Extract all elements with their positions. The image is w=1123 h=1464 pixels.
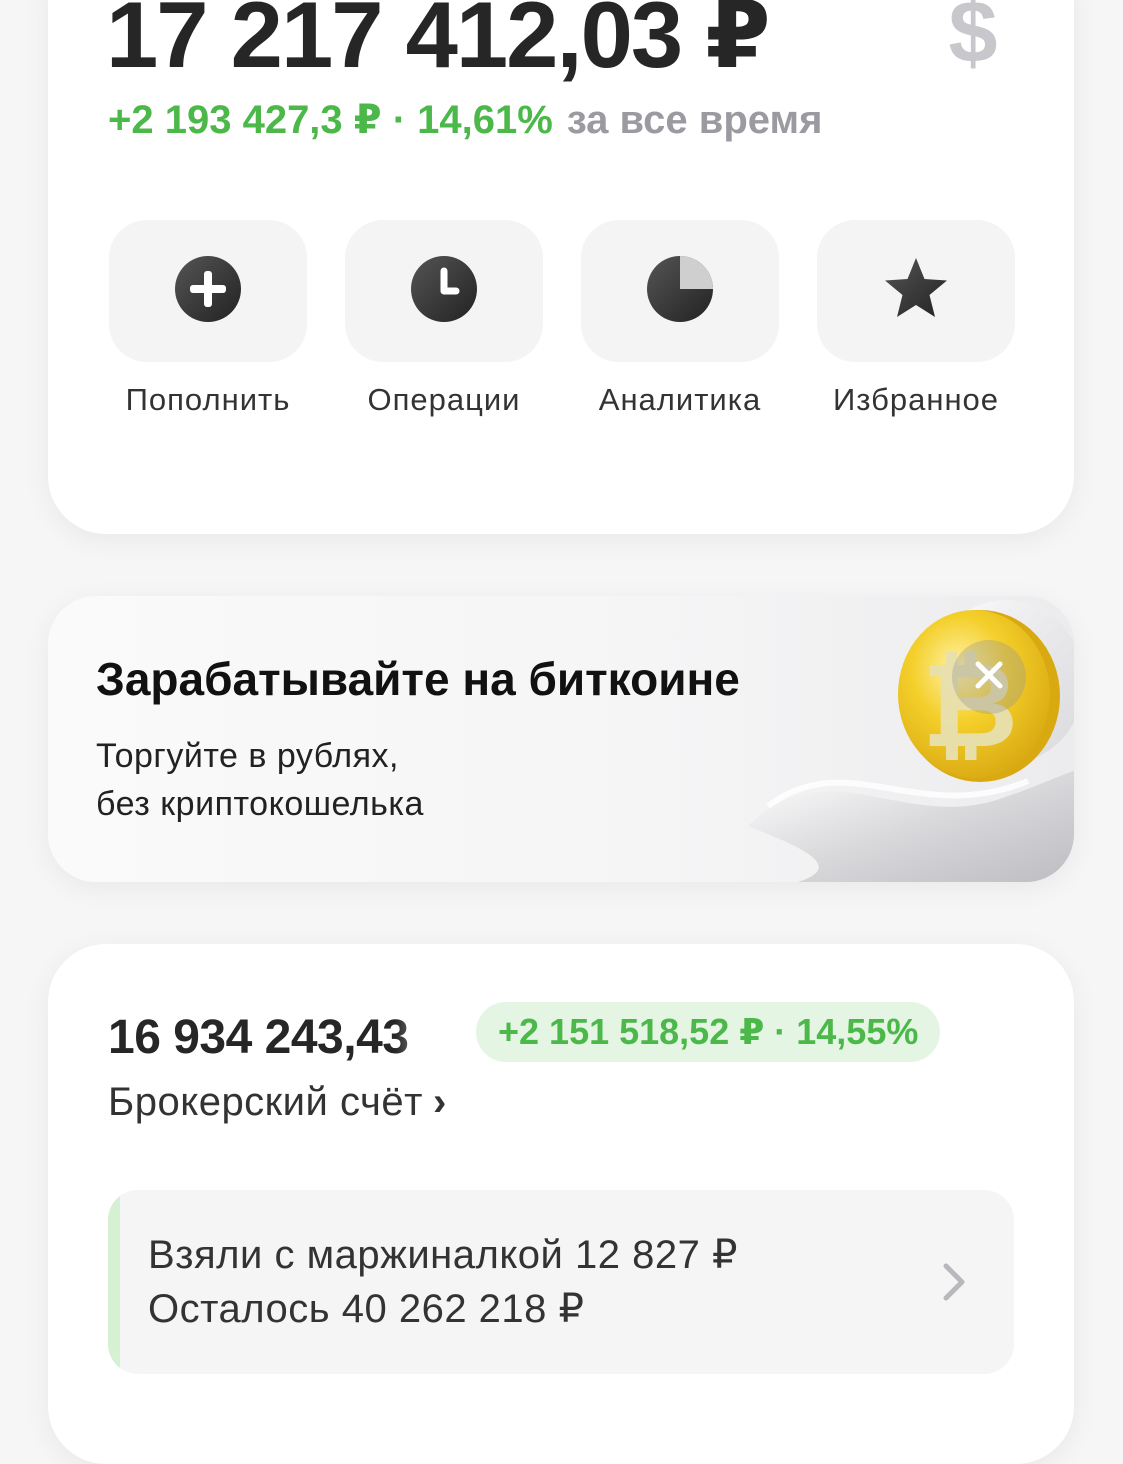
portfolio-gain: +2 193 427,3 ₽ · 14,61% xyxy=(108,98,553,142)
broker-account-value: 16 934 243,43 xyxy=(108,1011,409,1064)
action-label: Операции xyxy=(367,382,521,417)
portfolio-card: 17 217 412,03 ₽ $ +2 193 427,3 ₽ · 14,61… xyxy=(48,0,1074,534)
action-label: Аналитика xyxy=(598,382,762,417)
gain-period-label: за все время xyxy=(566,98,823,142)
promo-subtitle-line: без криптокошелька xyxy=(96,785,424,823)
pie-chart-icon xyxy=(646,255,714,328)
broker-account-title: Брокерский счёт xyxy=(108,1080,423,1124)
broker-account-link[interactable]: Брокерский счёт › xyxy=(108,1080,447,1125)
promo-title: Зарабатывайте на биткоине xyxy=(96,653,740,705)
promo-subtitle: Торгуйте в рублях, без криптокошелька xyxy=(96,732,424,828)
action-tile[interactable] xyxy=(345,220,543,362)
action-label: Пополнить xyxy=(125,382,291,417)
broker-gain-badge: +2 151 518,52 ₽ · 14,55% xyxy=(476,1002,941,1062)
close-promo-button[interactable] xyxy=(952,640,1026,714)
action-tile[interactable] xyxy=(817,220,1015,362)
portfolio-total: 17 217 412,03 ₽ xyxy=(106,0,771,87)
promo-subtitle-line: Торгуйте в рублях, xyxy=(96,737,399,775)
broker-account-card[interactable]: 16 934 243,43 +2 151 518,52 ₽ · 14,55% Б… xyxy=(48,944,1074,1464)
margin-info-row[interactable]: Взяли с маржиналкой 12 827 ₽ Осталось 40… xyxy=(108,1190,1014,1374)
portfolio-gain-row: +2 193 427,3 ₽ · 14,61% за все время xyxy=(108,100,822,140)
currency-switch-button[interactable]: $ xyxy=(938,0,1008,78)
accent-bar xyxy=(108,1190,120,1374)
action-top-up[interactable]: Пополнить xyxy=(108,220,308,418)
bitcoin-promo-banner[interactable]: Зарабатывайте на биткоине Торгуйте в руб… xyxy=(48,596,1074,882)
action-analytics[interactable]: Аналитика xyxy=(580,220,780,418)
bitcoin-coin-illustration: ₿ xyxy=(708,596,1074,882)
action-tile[interactable] xyxy=(109,220,307,362)
star-icon xyxy=(882,255,950,328)
margin-remaining-text: Осталось 40 262 218 ₽ xyxy=(148,1287,585,1331)
chevron-right-icon xyxy=(934,1256,974,1308)
action-favorites[interactable]: Избранное xyxy=(816,220,1016,418)
action-label: Избранное xyxy=(832,382,1000,417)
chevron-right-icon: › xyxy=(432,1080,447,1124)
margin-borrowed-text: Взяли с маржиналкой 12 827 ₽ xyxy=(148,1233,738,1277)
close-icon xyxy=(972,658,1006,697)
action-tile[interactable] xyxy=(581,220,779,362)
clock-icon xyxy=(410,255,478,328)
action-operations[interactable]: Операции xyxy=(344,220,544,418)
plus-icon xyxy=(174,255,242,328)
quick-actions: Пополнить Операции Аналитика Избранное xyxy=(108,220,1018,420)
